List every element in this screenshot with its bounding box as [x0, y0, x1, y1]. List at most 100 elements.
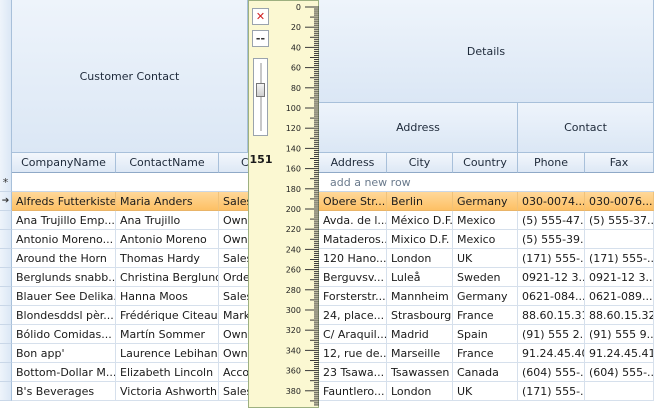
zoom-panel[interactable]: ✕ -- 151 0 20 40 60 80 100 120 140 160 180 200 220 2…: [248, 0, 319, 408]
cell-city[interactable]: Luleå: [387, 268, 453, 287]
row-indicator[interactable]: [0, 287, 12, 306]
row-indicator[interactable]: [0, 211, 12, 230]
band-contact[interactable]: Contact: [518, 103, 654, 153]
cell-phone[interactable]: 88.60.15.31: [518, 306, 585, 325]
cell-company[interactable]: Berglunds snabb...: [12, 268, 116, 287]
band-customer-contact[interactable]: Customer Contact: [12, 0, 248, 153]
cell-company[interactable]: Bon app': [12, 344, 116, 363]
table-row[interactable]: Blauer See Delika... Hanna Moos Sales Forst…: [0, 287, 654, 306]
cell-contact[interactable]: Elizabeth Lincoln: [116, 363, 219, 382]
cell-city[interactable]: Strasbourg: [387, 306, 453, 325]
column-header-city[interactable]: City: [387, 153, 453, 173]
cell-city[interactable]: Berlin: [387, 192, 453, 211]
row-indicator[interactable]: [0, 344, 12, 363]
cell-city[interactable]: Marseille: [387, 344, 453, 363]
cell-address[interactable]: 120 Hano...: [319, 249, 387, 268]
cell-address[interactable]: C/ Araquil...: [319, 325, 387, 344]
cell-city[interactable]: México D.F.: [387, 211, 453, 230]
cell-contact[interactable]: Laurence Lebihan: [116, 344, 219, 363]
cell-country[interactable]: France: [453, 306, 518, 325]
cell-city[interactable]: Tsawassen: [387, 363, 453, 382]
cell-contact[interactable]: Antonio Moreno: [116, 230, 219, 249]
cell-city[interactable]: Mannheim: [387, 287, 453, 306]
column-header-address[interactable]: Address: [319, 153, 387, 173]
new-row[interactable]: add a new row: [12, 173, 654, 192]
cell-contact[interactable]: Maria Anders: [116, 192, 219, 211]
cell-country[interactable]: Spain: [453, 325, 518, 344]
table-row[interactable]: Blondesddsl pèr... Frédérique Citeaux Mark…: [0, 306, 654, 325]
cell-phone[interactable]: 91.24.45.40: [518, 344, 585, 363]
cell-fax[interactable]: 88.60.15.32: [585, 306, 654, 325]
table-row[interactable]: Around the Horn Thomas Hardy Sales 120 Hano…: [0, 249, 654, 268]
band-address[interactable]: Address: [319, 103, 518, 153]
row-indicator[interactable]: [0, 249, 12, 268]
cell-address[interactable]: Obere Str...: [319, 192, 387, 211]
cell-phone[interactable]: (171) 555-...: [518, 382, 585, 401]
band-details[interactable]: Details: [319, 0, 654, 103]
row-indicator[interactable]: [0, 363, 12, 382]
cell-country[interactable]: UK: [453, 249, 518, 268]
slider-thumb[interactable]: [256, 83, 265, 98]
cell-country[interactable]: Germany: [453, 287, 518, 306]
cell-phone[interactable]: (91) 555 2...: [518, 325, 585, 344]
table-row[interactable]: Bólido Comidas... Martín Sommer Owne C/ Ara…: [0, 325, 654, 344]
table-row[interactable]: Antonio Moreno... Antonio Moreno Owne Matad…: [0, 230, 654, 249]
row-indicator[interactable]: [0, 268, 12, 287]
cell-contact[interactable]: Hanna Moos: [116, 287, 219, 306]
cell-country[interactable]: Canada: [453, 363, 518, 382]
cell-company[interactable]: Blondesddsl pèr...: [12, 306, 116, 325]
cell-address[interactable]: 12, rue de...: [319, 344, 387, 363]
cell-address[interactable]: Berguvsv...: [319, 268, 387, 287]
cell-company[interactable]: Bottom-Dollar M...: [12, 363, 116, 382]
cell-contact[interactable]: Thomas Hardy: [116, 249, 219, 268]
cell-contact[interactable]: Martín Sommer: [116, 325, 219, 344]
cell-fax[interactable]: 0921-12 3...: [585, 268, 654, 287]
cell-address[interactable]: 24, place...: [319, 306, 387, 325]
cell-fax[interactable]: (91) 555 9...: [585, 325, 654, 344]
cell-contact[interactable]: Ana Trujillo: [116, 211, 219, 230]
cell-company[interactable]: B's Beverages: [12, 382, 116, 401]
cell-phone[interactable]: (5) 555-39...: [518, 230, 585, 249]
cell-fax[interactable]: [585, 382, 654, 401]
row-indicator[interactable]: [0, 230, 12, 249]
customer-grid[interactable]: Customer Contact Details Address Contact…: [0, 0, 654, 408]
cell-phone[interactable]: 030-0074...: [518, 192, 585, 211]
table-row[interactable]: ➔ Alfreds Futterkiste Maria Anders Sales Obe…: [0, 192, 654, 211]
column-header-contactname[interactable]: ContactName: [116, 153, 219, 173]
table-row[interactable]: Berglunds snabb... Christina Berglund Orde…: [0, 268, 654, 287]
cell-company[interactable]: Bólido Comidas...: [12, 325, 116, 344]
close-button[interactable]: ✕: [252, 8, 269, 25]
cell-company[interactable]: Around the Horn: [12, 249, 116, 268]
table-row[interactable]: B's Beverages Victoria Ashworth Sales Faunt…: [0, 382, 654, 401]
cell-contact[interactable]: Christina Berglund: [116, 268, 219, 287]
table-row[interactable]: Ana Trujillo Emp... Ana Trujillo Owne Avda.…: [0, 211, 654, 230]
cell-address[interactable]: 23 Tsawa...: [319, 363, 387, 382]
cell-contact[interactable]: Frédérique Citeaux: [116, 306, 219, 325]
cell-country[interactable]: UK: [453, 382, 518, 401]
cell-company[interactable]: Antonio Moreno...: [12, 230, 116, 249]
row-indicator[interactable]: [0, 382, 12, 401]
cell-city[interactable]: London: [387, 249, 453, 268]
column-header-fax[interactable]: Fax: [585, 153, 654, 173]
cell-fax[interactable]: 030-0076...: [585, 192, 654, 211]
cell-phone[interactable]: (604) 555-...: [518, 363, 585, 382]
cell-company[interactable]: Blauer See Delika...: [12, 287, 116, 306]
cell-country[interactable]: Mexico: [453, 230, 518, 249]
cell-country[interactable]: Sweden: [453, 268, 518, 287]
cell-address[interactable]: Avda. de l...: [319, 211, 387, 230]
cell-city[interactable]: Mixico D.F.: [387, 230, 453, 249]
cell-company[interactable]: Alfreds Futterkiste: [12, 192, 116, 211]
cell-country[interactable]: France: [453, 344, 518, 363]
cell-phone[interactable]: 0921-12 3...: [518, 268, 585, 287]
cell-address[interactable]: Mataderos...: [319, 230, 387, 249]
cell-contact[interactable]: Victoria Ashworth: [116, 382, 219, 401]
minimize-button[interactable]: --: [252, 30, 269, 47]
cell-phone[interactable]: (5) 555-47...: [518, 211, 585, 230]
row-indicator[interactable]: ➔: [0, 192, 12, 211]
cell-fax[interactable]: 91.24.45.41: [585, 344, 654, 363]
cell-phone[interactable]: 0621-084...: [518, 287, 585, 306]
zoom-slider[interactable]: [253, 58, 268, 136]
cell-address[interactable]: Fauntlero...: [319, 382, 387, 401]
column-header-country[interactable]: Country: [453, 153, 518, 173]
row-indicator[interactable]: [0, 306, 12, 325]
